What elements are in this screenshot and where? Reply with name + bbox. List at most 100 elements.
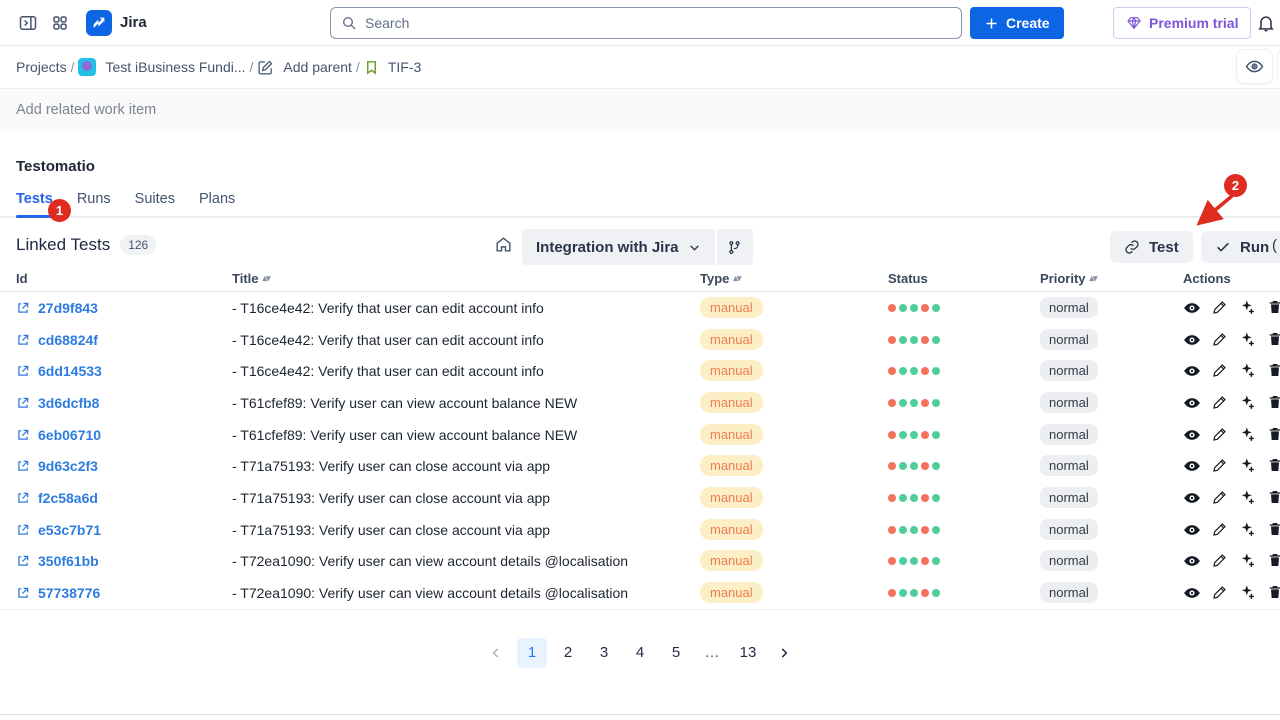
column-header-title[interactable]: Title▴▾ (232, 271, 700, 286)
view-eye-icon[interactable] (1183, 584, 1201, 602)
pagination-page-13[interactable]: 13 (733, 638, 763, 668)
tab-suites[interactable]: Suites (135, 191, 175, 216)
status-dot-red (921, 336, 929, 344)
home-icon[interactable] (494, 235, 513, 257)
external-link-icon (16, 586, 30, 600)
breadcrumb-projects[interactable]: Projects (16, 59, 67, 75)
view-eye-icon[interactable] (1183, 331, 1201, 349)
test-id-link[interactable]: 350f61bb (38, 553, 99, 569)
column-header-type[interactable]: Type▴▾ (700, 271, 888, 286)
pagination-page-2[interactable]: 2 (553, 638, 583, 668)
type-badge: manual (700, 519, 763, 540)
jira-logo[interactable]: Jira (86, 10, 147, 36)
view-eye-icon[interactable] (1183, 299, 1201, 317)
pagination: 12345…13 (0, 638, 1280, 668)
test-id-link[interactable]: f2c58a6d (38, 490, 98, 506)
breadcrumb-project[interactable]: Test iBusiness Fundi... (78, 58, 245, 76)
ai-sparkles-icon[interactable] (1239, 426, 1256, 444)
pagination-page-3[interactable]: 3 (589, 638, 619, 668)
add-related-work-item-label: Add related work item (16, 102, 156, 118)
delete-trash-icon[interactable] (1267, 331, 1280, 349)
view-eye-icon[interactable] (1183, 426, 1201, 444)
edit-pencil-icon[interactable] (1212, 331, 1228, 349)
link-test-button[interactable]: Test (1110, 231, 1193, 263)
ai-sparkles-icon[interactable] (1239, 394, 1256, 412)
ai-sparkles-icon[interactable] (1239, 457, 1256, 475)
view-eye-icon[interactable] (1183, 552, 1201, 570)
ai-sparkles-icon[interactable] (1239, 331, 1256, 349)
edit-pencil-icon[interactable] (1212, 426, 1228, 444)
tab-plans[interactable]: Plans (199, 191, 235, 216)
type-badge: manual (700, 424, 763, 445)
view-eye-icon[interactable] (1183, 362, 1201, 380)
pagination-prev-icon[interactable] (481, 638, 511, 668)
delete-trash-icon[interactable] (1267, 362, 1280, 380)
edit-pencil-icon[interactable] (1212, 457, 1228, 475)
view-eye-icon[interactable] (1183, 394, 1201, 412)
table-header-row: IdTitle▴▾Type▴▾StatusPriority▴▾Actions (0, 265, 1280, 292)
test-id-link[interactable]: 6dd14533 (38, 363, 102, 379)
delete-trash-icon[interactable] (1267, 584, 1280, 602)
view-eye-icon[interactable] (1183, 489, 1201, 507)
link-icon (1124, 239, 1140, 255)
edit-pencil-icon[interactable] (1212, 362, 1228, 380)
ai-sparkles-icon[interactable] (1239, 362, 1256, 380)
edit-pencil-icon[interactable] (1212, 299, 1228, 317)
add-related-work-item-bar[interactable]: Add related work item (0, 88, 1280, 131)
edit-pencil-icon[interactable] (1212, 552, 1228, 570)
breadcrumb-issue[interactable]: TIF-3 (364, 59, 421, 75)
pagination-page-5[interactable]: 5 (661, 638, 691, 668)
search-input[interactable] (365, 15, 951, 31)
delete-trash-icon[interactable] (1267, 489, 1280, 507)
delete-trash-icon[interactable] (1267, 299, 1280, 317)
pagination-page-4[interactable]: 4 (625, 638, 655, 668)
test-id-link[interactable]: cd68824f (38, 332, 98, 348)
watch-eye-button[interactable] (1236, 49, 1273, 84)
delete-trash-icon[interactable] (1267, 426, 1280, 444)
sidebar-toggle-icon[interactable] (12, 7, 44, 39)
edit-pencil-icon[interactable] (1212, 394, 1228, 412)
premium-trial-button[interactable]: Premium trial (1113, 7, 1251, 39)
delete-trash-icon[interactable] (1267, 457, 1280, 475)
ai-sparkles-icon[interactable] (1239, 552, 1256, 570)
add-parent-button[interactable]: Add parent (257, 59, 352, 76)
edit-pencil-icon[interactable] (1212, 489, 1228, 507)
view-eye-icon[interactable] (1183, 457, 1201, 475)
delete-trash-icon[interactable] (1267, 394, 1280, 412)
edit-pencil-icon[interactable] (1212, 584, 1228, 602)
test-id-link[interactable]: 3d6dcfb8 (38, 395, 99, 411)
ai-sparkles-icon[interactable] (1239, 584, 1256, 602)
create-button[interactable]: Create (970, 7, 1064, 39)
delete-trash-icon[interactable] (1267, 552, 1280, 570)
status-dot-red (921, 462, 929, 470)
status-dots (888, 304, 1040, 312)
cutoff-text: ( (1272, 237, 1277, 254)
ai-sparkles-icon[interactable] (1239, 489, 1256, 507)
test-id-link[interactable]: 9d63c2f3 (38, 458, 98, 474)
test-id-link[interactable]: 6eb06710 (38, 427, 101, 443)
status-dot-green (932, 431, 940, 439)
status-dot-green (932, 304, 940, 312)
ai-sparkles-icon[interactable] (1239, 299, 1256, 317)
pagination-next-icon[interactable] (769, 638, 799, 668)
type-badge: manual (700, 329, 763, 350)
project-dropdown[interactable]: Integration with Jira (522, 229, 753, 265)
notifications-bell-icon[interactable] (1250, 7, 1280, 39)
edit-pencil-icon[interactable] (1212, 521, 1228, 539)
run-button[interactable]: Run (1201, 231, 1280, 263)
project-avatar (78, 58, 96, 76)
delete-trash-icon[interactable] (1267, 521, 1280, 539)
test-id-link[interactable]: 27d9f843 (38, 300, 98, 316)
ai-sparkles-icon[interactable] (1239, 521, 1256, 539)
app-switcher-icon[interactable] (44, 7, 76, 39)
test-id-link[interactable]: e53c7b71 (38, 522, 101, 538)
branch-icon[interactable] (717, 229, 753, 265)
test-title: - T16ce4e42: Verify that user can edit a… (232, 300, 700, 316)
test-id-link[interactable]: 57738776 (38, 585, 100, 601)
column-header-priority[interactable]: Priority▴▾ (1040, 271, 1183, 286)
tab-runs[interactable]: Runs (77, 191, 111, 216)
view-eye-icon[interactable] (1183, 521, 1201, 539)
pagination-page-1[interactable]: 1 (517, 638, 547, 668)
panel-title: Testomatio (16, 158, 1264, 175)
check-icon (1215, 239, 1231, 255)
